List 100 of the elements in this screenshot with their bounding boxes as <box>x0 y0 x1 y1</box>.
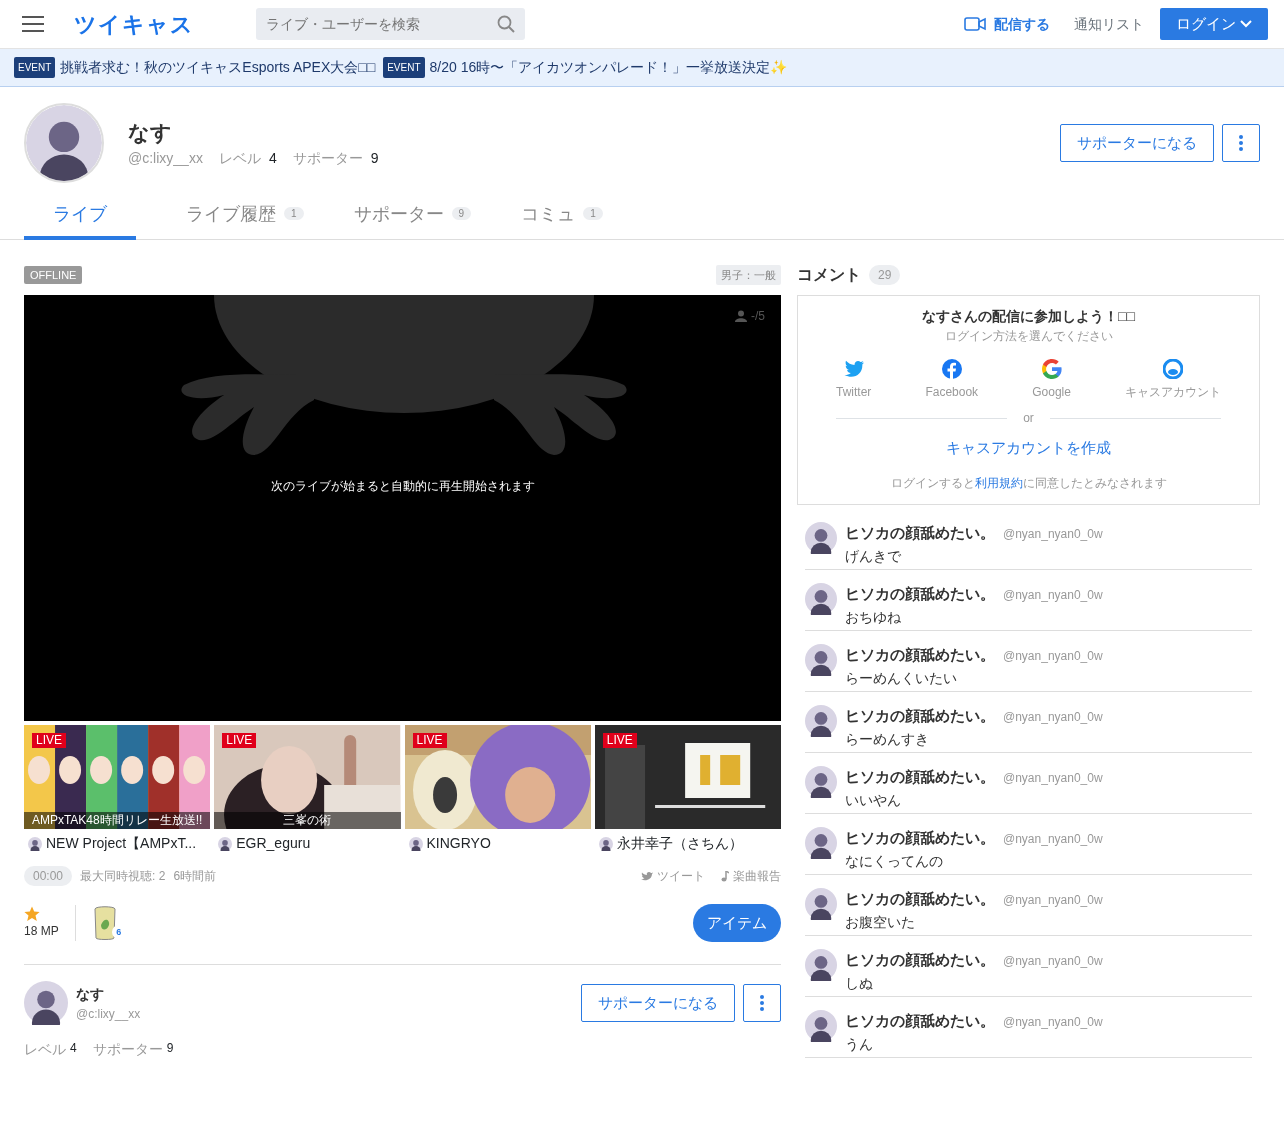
drink-icon <box>91 905 118 941</box>
commenter-handle: @nyan_nyan0_0w <box>1003 708 1103 726</box>
profile-tab[interactable]: ライブ <box>24 193 136 240</box>
commenter-avatar <box>805 704 837 737</box>
commenter-avatar <box>805 948 837 981</box>
twitter-bird-icon <box>843 359 864 379</box>
more-button[interactable] <box>743 984 781 1022</box>
profile-tab[interactable]: サポーター $^{9}$ <box>353 193 472 240</box>
commenter-name: ヒソカの顔舐めたい。 <box>845 888 995 909</box>
live-thumbnail[interactable]: LIVE 三峯の術 <box>214 725 401 829</box>
commenter-name: ヒソカの顔舐めたい。 <box>845 644 995 665</box>
terms-link[interactable]: 利用規約 <box>974 475 1023 490</box>
tweet-link[interactable]: ツイート <box>641 867 705 885</box>
comment-text: げんきで <box>845 547 902 566</box>
caret-icon <box>1240 20 1252 28</box>
search-field[interactable]: ライブ・ユーザーを検索 <box>256 8 525 40</box>
event-link[interactable]: EVENT 挑戦者求む！秋のツイキャスEsports APEX大会□□ <box>14 57 376 78</box>
broadcast-link[interactable]: 配信する <box>994 13 1050 35</box>
supporter-count: 9 <box>166 1040 174 1057</box>
facebook-icon <box>941 359 962 379</box>
comment-text: おちゆね <box>845 608 902 627</box>
search-icon <box>497 15 515 33</box>
channel-name[interactable]: EGR_eguru <box>236 833 311 854</box>
support-button[interactable]: サポーターになる <box>581 984 735 1022</box>
channel-name[interactable]: NEW Project【AMPxT... <box>46 833 197 854</box>
tab-count: 9 <box>451 207 472 220</box>
profile-name: なす <box>128 119 173 147</box>
login-option[interactable]: キャスアカウント <box>1125 359 1221 401</box>
commenter-handle: @nyan_nyan0_0w <box>1003 1013 1103 1031</box>
supporter-label: サポーター <box>292 149 363 169</box>
commenter-avatar <box>805 521 837 554</box>
video-camera-icon <box>964 17 986 31</box>
event-link[interactable]: EVENT 8/20 16時〜「アイカツオンパレード！」一挙放送決定✨ <box>383 57 788 78</box>
comment-text: お腹空いた <box>845 913 916 932</box>
viewer-count: -/5 <box>751 308 765 325</box>
thumbnail-caption: 三峯の術 <box>214 812 401 829</box>
status-badge: OFFLINE <box>24 265 83 285</box>
event-title: 挑戦者求む！秋のツイキャスEsports APEX大会□□ <box>60 58 376 77</box>
level-count: 4 <box>268 149 277 169</box>
item-button[interactable]: アイテム <box>693 904 781 942</box>
star-icon <box>24 906 40 922</box>
login-card-subtitle: ログイン方法を選んでください <box>943 328 1114 345</box>
commenter-handle: @nyan_nyan0_0w <box>1003 769 1103 787</box>
support-button[interactable]: サポーターになる <box>1060 124 1214 162</box>
tab-count: 1 <box>583 207 603 220</box>
logo[interactable]: ツイキャス <box>74 7 194 41</box>
commenter-name: ヒソカの顔舐めたい。 <box>845 1010 995 1031</box>
comment-text: しぬ <box>845 974 874 993</box>
channel-avatar <box>28 836 42 851</box>
category-tag: 男子：一般 <box>716 264 781 286</box>
time-ago: 6時間前 <box>173 868 217 885</box>
event-title: 8/20 16時〜「アイカツオンパレード！」一挙放送決定✨ <box>429 58 788 77</box>
cloud-face-icon <box>1163 359 1183 379</box>
notifications-link[interactable]: 通知リスト <box>1074 13 1144 35</box>
duration-badge: 00:00 <box>24 866 73 886</box>
channel-name[interactable]: KINGRYO <box>426 833 491 854</box>
comment-text: らーめんくいたい <box>845 669 958 688</box>
event-badge: EVENT <box>14 57 56 78</box>
login-option[interactable]: Twitter <box>836 359 872 401</box>
commenter-handle: @nyan_nyan0_0w <box>1003 891 1103 909</box>
commenter-name: ヒソカの顔舐めたい。 <box>845 949 995 970</box>
player-message: 次のライブが始まると自動的に再生開始されます <box>269 478 536 495</box>
commenter-handle: @nyan_nyan0_0w <box>1003 830 1103 848</box>
create-account-link[interactable]: キャスアカウントを作成 <box>946 437 1111 460</box>
max-viewers: 最大同時視聴: 2 <box>80 868 166 885</box>
mp-points: 18 MP <box>24 923 59 940</box>
login-option[interactable]: Google <box>1032 359 1071 401</box>
comment-text: うん <box>845 1035 874 1054</box>
commenter-name: ヒソカの顔舐めたい。 <box>845 766 995 787</box>
login-option[interactable]: Facebook <box>925 359 979 401</box>
menu-icon[interactable] <box>22 16 44 32</box>
more-button[interactable] <box>1222 124 1260 162</box>
more-icon <box>760 995 764 1011</box>
song-report-link[interactable]: 楽曲報告 <box>721 867 781 885</box>
commenter-handle: @nyan_nyan0_0w <box>1003 586 1103 604</box>
live-thumbnail[interactable]: LIVE <box>404 725 591 829</box>
live-thumbnail[interactable]: LIVE AMPxTAK48時間リレー生放送!! <box>24 725 211 829</box>
user-handle: @c:lixy__xx <box>128 149 203 169</box>
bird-icon <box>641 871 653 881</box>
live-thumbnail[interactable]: LIVE <box>594 725 781 829</box>
tab-count: 1 <box>284 207 304 220</box>
channel-name[interactable]: 永井幸子（さちん） <box>616 833 743 854</box>
profile-tab[interactable]: コミュ $^{1}$ <box>521 193 603 240</box>
channel-avatar <box>218 836 233 851</box>
live-badge: LIVE <box>222 733 257 748</box>
login-card-title: なすさんの配信に参加しよう！□□ <box>921 307 1136 326</box>
terms-text: ログインすると利用規約に同意したとみなされます <box>889 474 1168 492</box>
comment-count: 29 <box>869 265 901 285</box>
profile-tab[interactable]: ライブ履歴 $^{1}$ <box>186 193 304 240</box>
channel-avatar <box>408 836 423 851</box>
commenter-avatar <box>805 765 837 798</box>
commenter-handle: @nyan_nyan0_0w <box>1003 952 1103 970</box>
login-button[interactable]: ログイン <box>1160 7 1268 41</box>
avatar <box>24 981 68 1025</box>
live-badge: LIVE <box>32 733 66 748</box>
level-count: 4 <box>70 1040 77 1057</box>
event-badge: EVENT <box>383 57 425 78</box>
commenter-handle: @nyan_nyan0_0w <box>1003 647 1103 665</box>
or-label: or <box>1023 410 1034 427</box>
music-note-icon <box>721 870 729 882</box>
